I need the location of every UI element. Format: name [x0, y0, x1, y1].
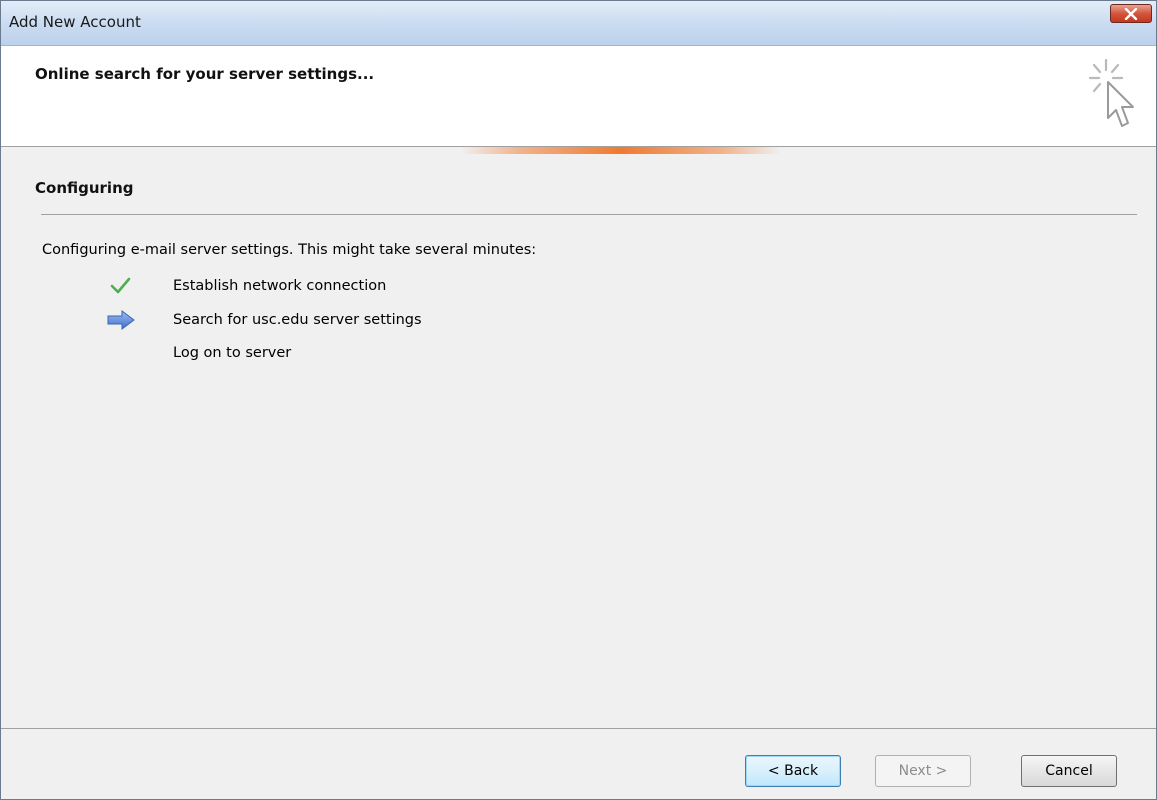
- wizard-cursor-icon: [1088, 58, 1134, 127]
- checkmark-icon: [110, 277, 131, 294]
- window-title: Add New Account: [9, 13, 141, 31]
- title-bar: Add New Account: [1, 1, 1156, 46]
- footer-divider: [1, 728, 1156, 729]
- step-label: Establish network connection: [173, 278, 387, 294]
- back-button[interactable]: < Back: [745, 755, 841, 787]
- next-button[interactable]: Next >: [875, 755, 971, 787]
- page-title: Online search for your server settings..…: [35, 65, 375, 83]
- progress-indicator: [461, 147, 781, 154]
- close-button[interactable]: [1110, 4, 1152, 23]
- wizard-header: Online search for your server settings..…: [1, 46, 1156, 147]
- step-label: Log on to server: [173, 345, 292, 361]
- section-title: Configuring: [35, 179, 134, 197]
- intro-text: Configuring e-mail server settings. This…: [42, 242, 537, 258]
- step-log-on: Log on to server: [107, 342, 527, 364]
- arrow-right-icon: [107, 310, 135, 330]
- close-icon: [1124, 7, 1138, 20]
- section-divider: [41, 214, 1137, 215]
- cancel-button[interactable]: Cancel: [1021, 755, 1117, 787]
- add-account-dialog: Add New Account Online search for your s…: [0, 0, 1157, 800]
- step-label: Search for usc.edu server settings: [173, 312, 422, 328]
- step-establish-connection: Establish network connection: [107, 275, 527, 297]
- step-search-settings: Search for usc.edu server settings: [107, 309, 527, 331]
